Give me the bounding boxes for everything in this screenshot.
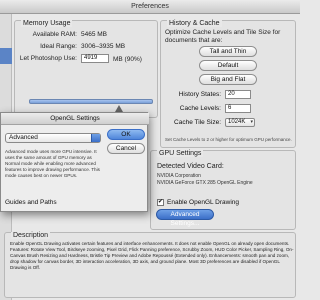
memory-amount-input[interactable]: 4919 — [81, 54, 109, 63]
gpu-settings-panel: GPU Settings Detected Video Card: NVIDIA… — [150, 150, 296, 230]
cancel-button[interactable]: Cancel — [107, 143, 145, 154]
available-ram-label: Available RAM: — [32, 31, 77, 38]
memory-slider-track[interactable] — [29, 99, 153, 104]
video-card-model: NVIDIA GeForce GTX 285 OpenGL Engine — [157, 180, 253, 186]
drawing-mode-value: Advanced — [9, 134, 38, 141]
history-cache-legend: History & Cache — [167, 20, 222, 27]
ideal-range-label: Ideal Range: — [40, 43, 77, 50]
memory-usage-legend: Memory Usage — [21, 20, 73, 27]
mode-description-text: Advanced mode uses more GPU intensive. I… — [5, 149, 100, 178]
chevron-down-icon: ▾ — [250, 119, 253, 125]
title-bar: Preferences — [0, 0, 300, 14]
sidebar-selected-item[interactable] — [0, 48, 12, 64]
history-states-label: History States: — [178, 91, 221, 98]
history-states-input[interactable]: 20 — [225, 90, 251, 99]
default-button[interactable]: Default — [199, 60, 257, 71]
let-photoshop-use-label: Let Photoshop Use: — [19, 55, 77, 62]
video-card-info: NVIDIA Corporation NVIDIA GeForce GTX 28… — [157, 173, 253, 187]
dialog-title: OpenGL Settings — [50, 115, 100, 122]
cache-optimize-description: Optimize Cache Levels and Tile Size for … — [165, 29, 281, 44]
ideal-range-value: 3006–3935 MB — [81, 43, 126, 50]
detected-video-card-label: Detected Video Card: — [157, 163, 224, 170]
available-ram-value: 5465 MB — [81, 31, 108, 38]
cache-levels-label: Cache Levels: — [179, 105, 221, 112]
ok-button[interactable]: OK — [107, 129, 145, 140]
cache-tile-size-value: 1024K — [228, 119, 246, 125]
window-title: Preferences — [131, 3, 169, 10]
history-cache-panel: History & Cache Optimize Cache Levels an… — [160, 20, 296, 148]
video-card-vendor: NVIDIA Corporation — [157, 173, 201, 179]
description-legend: Description — [11, 232, 51, 239]
big-and-flat-button[interactable]: Big and Flat — [199, 74, 257, 85]
cache-tile-size-label: Cache Tile Size: — [174, 119, 221, 126]
memory-slider-handle[interactable] — [115, 105, 123, 112]
cache-tile-size-select[interactable]: 1024K ▾ — [225, 118, 255, 127]
memory-percent-label: MB (90%) — [113, 56, 142, 63]
enable-opengl-label: Enable OpenGL Drawing — [167, 199, 240, 206]
cache-levels-note: Set Cache Levels to 2 or higher for opti… — [165, 137, 292, 142]
tall-and-thin-button[interactable]: Tall and Thin — [199, 46, 257, 57]
select-arrow-box — [91, 134, 100, 142]
guides-and-paths-label: Guides and Paths — [5, 199, 57, 206]
dialog-title-bar: OpenGL Settings — [1, 113, 149, 125]
enable-opengl-checkbox[interactable]: ✔ — [157, 199, 164, 206]
opengl-settings-dialog: OpenGL Settings Advanced OK Cancel Advan… — [0, 112, 149, 212]
description-text: Enable OpenGL Drawing activates certain … — [10, 241, 294, 270]
description-panel: Description Enable OpenGL Drawing activa… — [4, 232, 296, 298]
cache-levels-input[interactable]: 6 — [225, 104, 251, 113]
memory-usage-panel: Memory Usage Available RAM: 5465 MB Idea… — [14, 20, 158, 118]
drawing-mode-select[interactable]: Advanced — [5, 133, 101, 143]
advanced-settings-button[interactable]: Advanced Settings... — [156, 209, 214, 227]
gpu-settings-legend: GPU Settings — [157, 150, 204, 157]
